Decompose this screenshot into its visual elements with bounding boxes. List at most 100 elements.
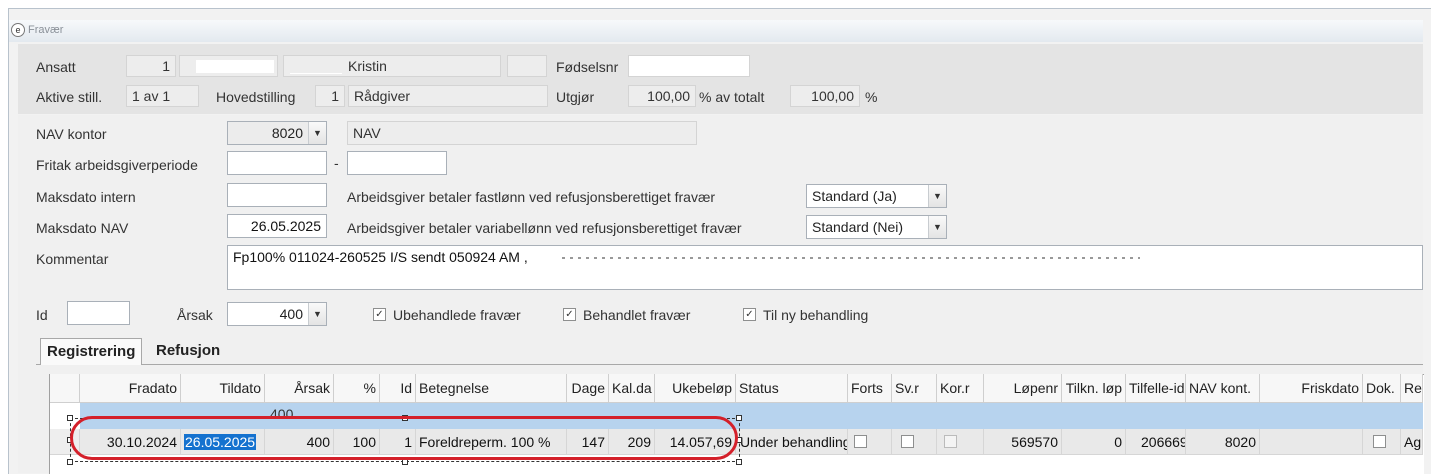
ubehandlede-checkbox[interactable]: ✓ <box>373 308 386 321</box>
variabel-label: Arbeidsgiver betaler variabellønn ved re… <box>347 220 742 236</box>
col-korr[interactable]: Kor.r <box>937 374 984 403</box>
cell-tilkn-lop[interactable]: 0 <box>1062 429 1126 455</box>
cell-svr[interactable] <box>892 429 937 455</box>
col-lopenr[interactable]: Løpenr <box>984 374 1062 403</box>
nav-kontor-value: 8020 <box>271 125 303 141</box>
grid-row-header-corner <box>50 374 80 403</box>
col-dager[interactable]: Dage <box>567 374 609 403</box>
fodselsnr-label: Fødselsnr <box>556 59 619 75</box>
kommentar-input[interactable]: Fp100% 011024-260525 I/S sendt 050924 AM… <box>227 245 1423 290</box>
tab-registrering[interactable]: Registrering <box>40 338 143 365</box>
window-title: Fravær <box>28 24 64 36</box>
maksdato-intern-input[interactable] <box>227 183 327 207</box>
col-svr[interactable]: Sv.r <box>892 374 937 403</box>
ny-behandling-checkbox[interactable]: ✓ <box>743 308 756 321</box>
id-input[interactable] <box>67 301 130 325</box>
av-totalt-label: % av totalt <box>699 89 765 105</box>
aktive-still-field: 1 av 1 <box>126 85 199 107</box>
redacted-comment <box>562 257 1140 259</box>
tab-bar-line <box>36 364 1423 365</box>
cell-friskdato[interactable] <box>1260 429 1363 455</box>
col-id[interactable]: Id <box>380 374 416 403</box>
cell-status[interactable]: Under behandling <box>736 429 848 455</box>
kommentar-label: Kommentar <box>36 251 109 267</box>
cell-tilfelle-id[interactable]: 206669 <box>1126 429 1186 455</box>
window-titlebar <box>9 20 1423 42</box>
arsak-select[interactable]: 400 ▼ <box>227 302 327 326</box>
col-nav-kont[interactable]: NAV kont. <box>1186 374 1260 403</box>
col-tilfelle-id[interactable]: Tilfelle-id <box>1126 374 1186 403</box>
dok-checkbox[interactable] <box>1373 435 1386 448</box>
cell-re[interactable]: Ag <box>1401 429 1423 455</box>
ny-behandling-label: Til ny behandling <box>763 307 869 323</box>
marquee-handle <box>736 459 742 465</box>
percent-sign: % <box>865 89 878 105</box>
ubehandlede-label: Ubehandlede fravær <box>393 307 521 323</box>
totalt-field: 100,00 <box>790 85 860 107</box>
chevron-down-icon[interactable]: ▼ <box>308 303 326 325</box>
hovedstilling-number-field: 1 <box>315 85 345 107</box>
fastlonn-label: Arbeidsgiver betaler fastlønn ved refusj… <box>347 189 716 205</box>
col-kaldager[interactable]: Kal.da <box>609 374 655 403</box>
forts-checkbox[interactable] <box>854 435 867 448</box>
cell-lopenr[interactable]: 569570 <box>984 429 1062 455</box>
col-tilkn-lop[interactable]: Tilkn. løp <box>1062 374 1126 403</box>
maksdato-nav-input[interactable]: 26.05.2025 <box>227 214 327 238</box>
hovedstilling-field: Rådgiver <box>348 85 548 107</box>
chevron-down-icon[interactable]: ▼ <box>928 185 946 207</box>
aktive-still-label: Aktive still. <box>36 89 103 105</box>
marquee-handle <box>67 415 73 421</box>
col-arsak[interactable]: Årsak <box>265 374 334 403</box>
ansatt-id-field <box>179 55 278 77</box>
utgjor-field: 100,00 <box>628 85 696 107</box>
variabel-select[interactable]: Standard (Nei) ▼ <box>806 215 947 239</box>
cell-dok[interactable] <box>1363 429 1401 455</box>
chevron-down-icon[interactable]: ▼ <box>928 216 946 238</box>
col-friskdato[interactable]: Friskdato <box>1260 374 1363 403</box>
col-fradato[interactable]: Fradato <box>80 374 181 403</box>
nav-kontor-select[interactable]: 8020 ▼ <box>227 121 327 145</box>
variabel-value: Standard (Nei) <box>812 219 904 235</box>
marquee-handle <box>736 415 742 421</box>
col-prosent[interactable]: % <box>334 374 380 403</box>
maksdato-intern-label: Maksdato intern <box>36 189 136 205</box>
redacted-name <box>290 59 342 74</box>
col-tildato[interactable]: Tildato <box>181 374 265 403</box>
fodselsnr-field <box>628 55 750 77</box>
korr-checkbox <box>944 435 957 448</box>
tab-refusjon[interactable]: Refusjon <box>150 338 226 364</box>
fritak-label: Fritak arbeidsgiverperiode <box>36 157 198 173</box>
chevron-down-icon[interactable]: ▼ <box>308 122 326 144</box>
arsak-value: 400 <box>279 306 303 322</box>
col-status[interactable]: Status <box>736 374 848 403</box>
marquee-handle <box>67 459 73 465</box>
fastlonn-select[interactable]: Standard (Ja) ▼ <box>806 184 947 208</box>
kommentar-text: Fp100% 011024-260525 I/S sendt 050924 AM… <box>233 249 528 265</box>
col-forts[interactable]: Forts <box>848 374 892 403</box>
fritak-to-input[interactable] <box>347 151 447 175</box>
ansatt-number-field: 1 <box>126 55 176 77</box>
col-betegnelse[interactable]: Betegnelse <box>416 374 567 403</box>
utgjor-label: Utgjør <box>556 89 595 105</box>
col-dok[interactable]: Dok. <box>1363 374 1401 403</box>
ansatt-extra-field <box>507 55 547 77</box>
highlight-ring <box>70 416 738 460</box>
cell-korr[interactable] <box>937 429 984 455</box>
ansatt-label: Ansatt <box>36 59 76 75</box>
fastlonn-value: Standard (Ja) <box>812 188 897 204</box>
cell-nav-kont[interactable]: 8020 <box>1186 429 1260 455</box>
svr-checkbox[interactable] <box>901 435 914 448</box>
id-label: Id <box>36 307 48 323</box>
nav-kontor-label: NAV kontor <box>36 126 107 142</box>
app-icon: e <box>11 23 25 37</box>
hovedstilling-label: Hovedstilling <box>216 89 296 105</box>
maksdato-nav-label: Maksdato NAV <box>36 220 129 236</box>
fritak-dash: - <box>334 155 339 171</box>
arsak-label: Årsak <box>177 307 213 323</box>
behandlet-checkbox[interactable]: ✓ <box>563 308 576 321</box>
fritak-from-input[interactable] <box>227 151 327 175</box>
cell-forts[interactable] <box>848 429 892 455</box>
col-re[interactable]: Re <box>1401 374 1423 403</box>
nav-kontor-name-field: NAV <box>347 121 697 145</box>
col-ukebelop[interactable]: Ukebeløp <box>655 374 736 403</box>
